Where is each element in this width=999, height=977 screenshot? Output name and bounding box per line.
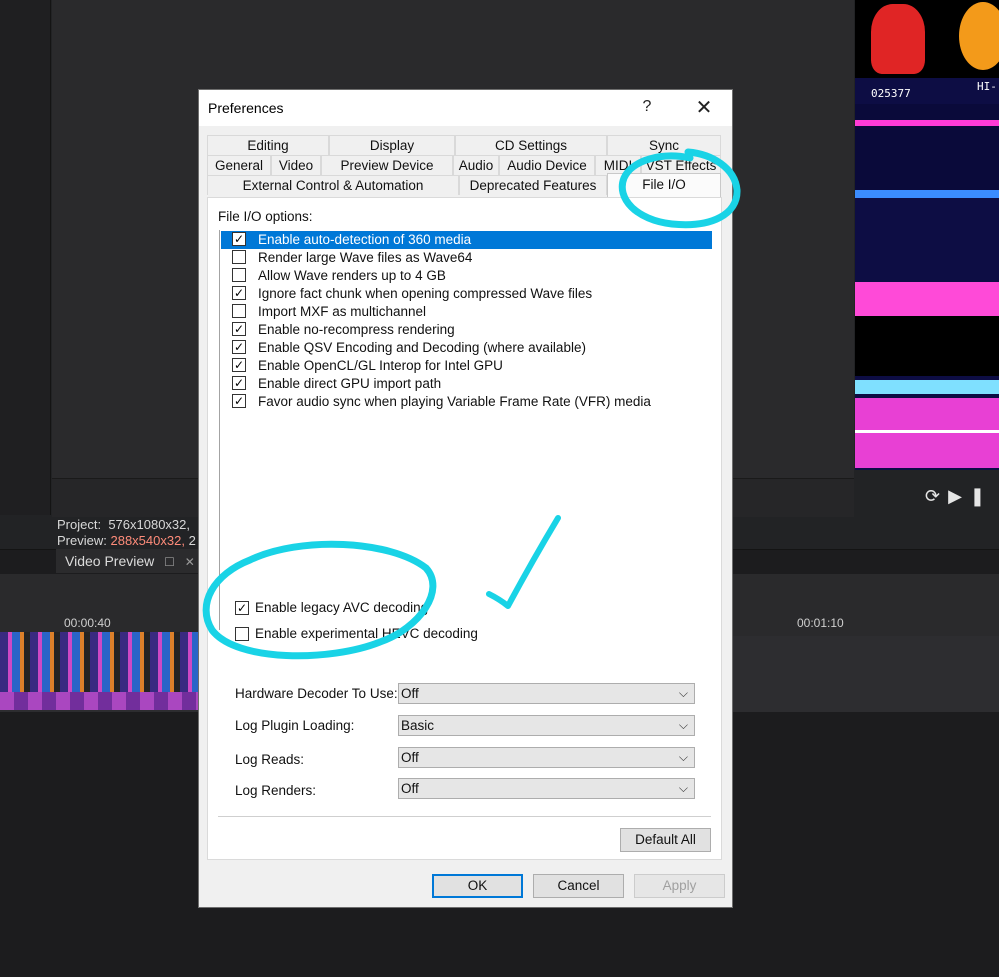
tab-deprecated-features[interactable]: Deprecated Features <box>459 175 607 195</box>
tab-file-io[interactable]: File I/O <box>607 173 721 197</box>
tab-display[interactable]: Display <box>329 135 455 155</box>
list-item[interactable]: Allow Wave renders up to 4 GB <box>221 267 712 285</box>
preview-label: Preview: <box>57 533 107 548</box>
video-clip-thumbnails[interactable] <box>0 632 198 710</box>
project-info: Project: 576x1080x32, Preview: 288x540x3… <box>57 517 196 549</box>
log-plugin-loading-value: Basic <box>401 718 435 733</box>
checkbox[interactable] <box>232 304 246 318</box>
list-item[interactable]: ✓ Favor audio sync when playing Variable… <box>221 393 712 411</box>
chevron-down-icon: ⌵ <box>678 686 688 700</box>
list-item[interactable]: ✓ Enable direct GPU import path <box>221 375 712 393</box>
tab-cd-settings[interactable]: CD Settings <box>455 135 607 155</box>
list-item-label: Render large Wave files as Wave64 <box>258 250 473 265</box>
divider <box>218 816 711 817</box>
default-all-button[interactable]: Default All <box>620 828 711 852</box>
log-plugin-loading-label: Log Plugin Loading: <box>235 718 355 733</box>
list-item[interactable]: ✓ Enable auto-detection of 360 media <box>221 231 712 249</box>
log-reads-select[interactable]: Off ⌵ <box>398 747 695 768</box>
video-preview-tab[interactable]: Video Preview ☐ ✕ <box>56 549 198 573</box>
checkbox[interactable]: ✓ <box>232 358 246 372</box>
left-panel-strip <box>0 0 51 515</box>
list-item-label: Enable auto-detection of 360 media <box>258 232 472 247</box>
list-item-label: Allow Wave renders up to 4 GB <box>258 268 446 283</box>
preferences-tabs: Editing Display CD Settings Sync General… <box>207 135 721 197</box>
project-label: Project: <box>57 517 102 532</box>
file-io-options-list[interactable]: ✓ Enable auto-detection of 360 media Ren… <box>219 230 712 630</box>
tab-audio-device[interactable]: Audio Device <box>499 155 595 175</box>
tab-preview-device[interactable]: Preview Device <box>321 155 453 175</box>
tab-general[interactable]: General <box>207 155 271 175</box>
log-renders-select[interactable]: Off ⌵ <box>398 778 695 799</box>
list-item-label: Enable direct GPU import path <box>258 376 442 391</box>
timecode-marker: 00:01:10 <box>797 616 844 630</box>
close-tab-icon[interactable]: ✕ <box>185 550 195 574</box>
list-item-label: Ignore fact chunk when opening compresse… <box>258 286 593 301</box>
ok-button[interactable]: OK <box>432 874 523 898</box>
dialog-title: Preferences <box>208 100 284 116</box>
hardware-decoder-label: Hardware Decoder To Use: <box>235 686 398 701</box>
undock-icon[interactable]: ☐ <box>164 550 175 574</box>
playback-controls[interactable]: ⟳▶❚ <box>925 486 993 507</box>
preview-tail: 2 <box>188 533 196 548</box>
hardware-decoder-value: Off <box>401 686 419 701</box>
chevron-down-icon: ⌵ <box>678 750 688 764</box>
checkbox[interactable]: ✓ <box>232 376 246 390</box>
experimental-hevc-checkbox[interactable] <box>235 627 249 641</box>
list-item[interactable]: ✓ Enable no-recompress rendering <box>221 321 712 339</box>
tab-vst-effects[interactable]: VST Effects <box>641 155 721 175</box>
apply-button[interactable]: Apply <box>634 874 725 898</box>
video-preview-tab-label: Video Preview <box>65 553 155 569</box>
list-item-label: Enable QSV Encoding and Decoding (where … <box>258 340 586 355</box>
file-io-options-label: File I/O options: <box>218 209 313 224</box>
tab-sync[interactable]: Sync <box>607 135 721 155</box>
legacy-avc-checkbox[interactable]: ✓ <box>235 601 249 615</box>
pumpkin-sprite <box>959 2 999 70</box>
list-item[interactable]: ✓ Enable OpenCL/GL Interop for Intel GPU <box>221 357 712 375</box>
list-item-label: Enable OpenCL/GL Interop for Intel GPU <box>258 358 503 373</box>
checkbox[interactable]: ✓ <box>232 394 246 408</box>
dragon-sprite <box>871 4 925 74</box>
game-score: 025377 <box>871 87 911 100</box>
list-item-label: Import MXF as multichannel <box>258 304 427 319</box>
log-reads-label: Log Reads: <box>235 752 305 767</box>
list-item[interactable]: Render large Wave files as Wave64 <box>221 249 712 267</box>
legacy-avc-label: Enable legacy AVC decoding <box>255 600 429 615</box>
checkbox[interactable]: ✓ <box>232 340 246 354</box>
list-item-label: Favor audio sync when playing Variable F… <box>258 394 651 409</box>
game-preview-image: 025377 HI- <box>855 0 999 470</box>
tab-video[interactable]: Video <box>271 155 321 175</box>
game-hi-score: HI- <box>977 80 997 93</box>
log-renders-value: Off <box>401 781 419 796</box>
tab-editing[interactable]: Editing <box>207 135 329 155</box>
hardware-decoder-select[interactable]: Off ⌵ <box>398 683 695 704</box>
preferences-dialog: Preferences ? ✕ Editing Display CD Setti… <box>198 89 733 908</box>
close-button[interactable]: ✕ <box>692 96 716 120</box>
chevron-down-icon: ⌵ <box>678 781 688 795</box>
tab-audio[interactable]: Audio <box>453 155 499 175</box>
chevron-down-icon: ⌵ <box>678 718 688 732</box>
tab-external-control[interactable]: External Control & Automation <box>207 175 459 195</box>
tab-midi[interactable]: MIDI <box>595 155 641 175</box>
checkbox[interactable] <box>232 250 246 264</box>
log-reads-value: Off <box>401 750 419 765</box>
checkbox[interactable] <box>232 268 246 282</box>
dialog-titlebar[interactable]: Preferences ? ✕ <box>199 90 732 126</box>
checkbox[interactable]: ✓ <box>232 232 246 246</box>
timecode-marker: 00:00:40 <box>64 616 111 630</box>
help-button[interactable]: ? <box>635 98 659 118</box>
checkbox[interactable]: ✓ <box>232 286 246 300</box>
log-plugin-loading-select[interactable]: Basic ⌵ <box>398 715 695 736</box>
checkbox[interactable]: ✓ <box>232 322 246 336</box>
preview-value: 288x540x32, <box>110 533 185 548</box>
list-item[interactable]: ✓ Ignore fact chunk when opening compres… <box>221 285 712 303</box>
cancel-button[interactable]: Cancel <box>533 874 624 898</box>
experimental-hevc-label: Enable experimental HEVC decoding <box>255 626 478 641</box>
log-renders-label: Log Renders: <box>235 783 317 798</box>
list-item[interactable]: ✓ Enable QSV Encoding and Decoding (wher… <box>221 339 712 357</box>
list-item[interactable]: Import MXF as multichannel <box>221 303 712 321</box>
project-value: 576x1080x32, <box>108 517 190 532</box>
list-item-label: Enable no-recompress rendering <box>258 322 455 337</box>
